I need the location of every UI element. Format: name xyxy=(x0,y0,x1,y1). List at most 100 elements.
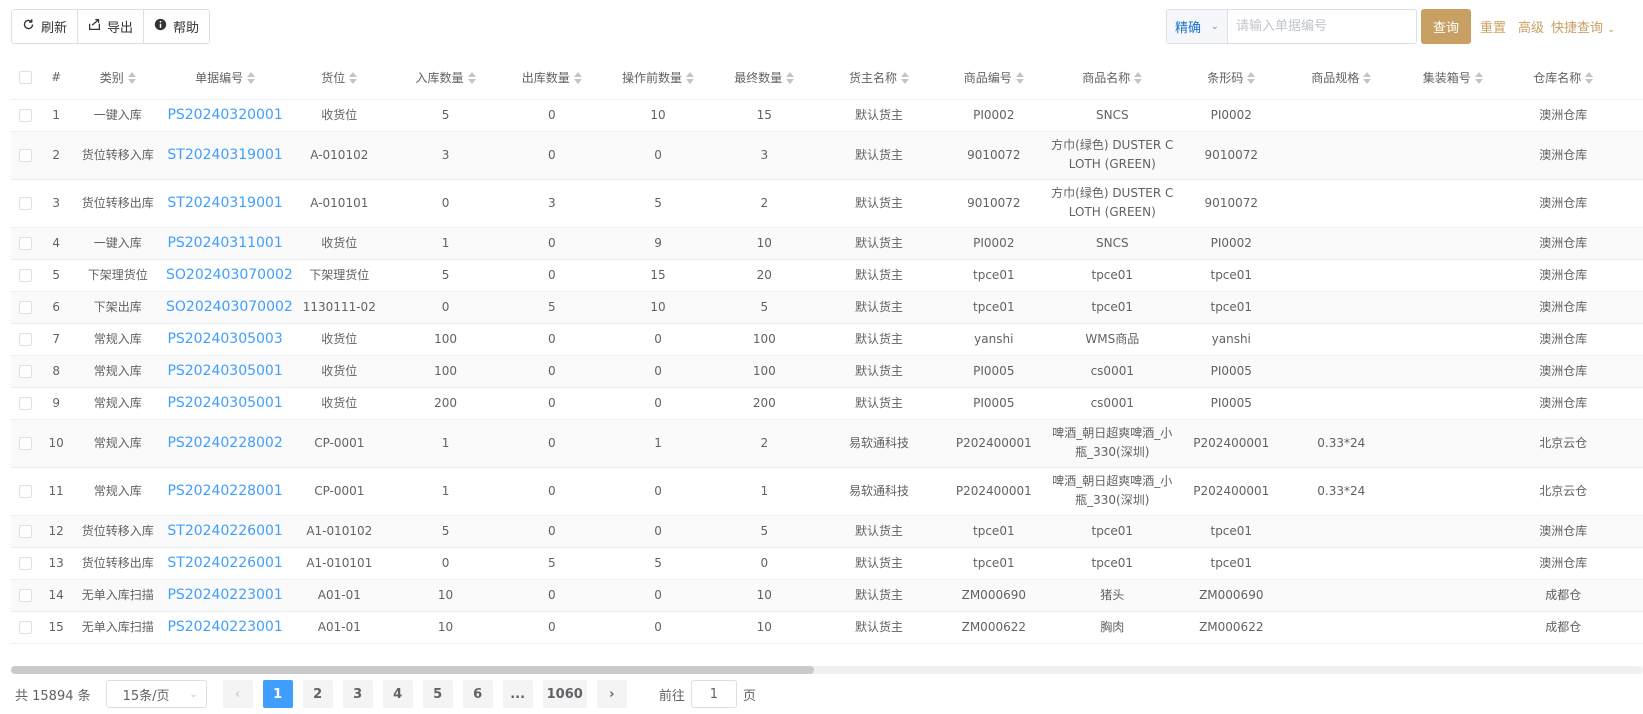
goto-page-input[interactable] xyxy=(690,680,737,708)
table-row[interactable]: 8 常规入库 PS20240305001 收货位 100 0 0 100 默认货主 PI0005 c… xyxy=(11,355,1643,388)
next-page-button[interactable]: › xyxy=(596,680,627,708)
column-header-name[interactable]: 商品名称 xyxy=(1046,56,1178,100)
cell-type: 货位转移出库 xyxy=(71,547,164,580)
doc-number-link[interactable]: PS20240228001 xyxy=(167,483,282,499)
page-number-button[interactable]: 5 xyxy=(422,680,453,708)
column-header-owner[interactable]: 货主名称 xyxy=(817,56,941,100)
column-header-barcode[interactable]: 条形码 xyxy=(1177,56,1285,100)
doc-number-link[interactable]: PS20240223001 xyxy=(167,619,282,635)
table-row[interactable]: 2 货位转移入库 ST20240319001 A-010102 3 0 0 3 默认货主 9010… xyxy=(11,131,1643,180)
column-header-sku[interactable]: 商品编号 xyxy=(940,56,1047,100)
row-checkbox[interactable] xyxy=(19,484,33,498)
page-number-button[interactable]: 2 xyxy=(302,680,333,708)
table-row[interactable]: 1 一键入库 PS20240320001 收货位 5 0 10 15 默认货主 PI0002 SNC… xyxy=(11,99,1643,132)
sort-icon[interactable] xyxy=(1247,72,1256,85)
page-number-button[interactable]: 4 xyxy=(382,680,413,708)
sort-icon[interactable] xyxy=(901,72,910,85)
page-size-select[interactable]: 15条/页 ⌄ xyxy=(105,680,207,708)
export-button[interactable]: 导出 xyxy=(78,10,145,43)
doc-number-link[interactable]: SO202403070002 xyxy=(166,299,293,315)
row-checkbox[interactable] xyxy=(19,332,33,346)
column-header-before-qty[interactable]: 操作前数量 xyxy=(604,56,712,100)
table-row[interactable]: 7 常规入库 PS20240305003 收货位 100 0 0 100 默认货主 yanshi W… xyxy=(11,323,1643,356)
doc-number-link[interactable]: SO202403070002 xyxy=(166,267,293,283)
table-row[interactable]: 14 无单入库扫描 PS20240223001 A01-01 10 0 0 10 默认货主 ZM0… xyxy=(11,579,1643,612)
table-row[interactable]: 3 货位转移出库 ST20240319001 A-010101 0 3 5 2 默认货主 9010… xyxy=(11,179,1643,228)
table-row[interactable]: 5 下架理货位 SO202403070002 下架理货位 5 0 15 20 默认货主 tpce0… xyxy=(11,259,1643,292)
page-number-button[interactable]: 3 xyxy=(342,680,373,708)
column-header-in-qty[interactable]: 入库数量 xyxy=(392,56,499,100)
page-number-button[interactable]: 6 xyxy=(462,680,493,708)
row-checkbox[interactable] xyxy=(19,620,33,634)
doc-number-link[interactable]: PS20240223001 xyxy=(167,587,282,603)
cell-name: 啤酒_朝日超爽啤酒_小瓶_330(深圳) xyxy=(1046,419,1178,468)
row-checkbox[interactable] xyxy=(19,436,33,450)
column-header-doc-no[interactable]: 单据编号 xyxy=(164,56,287,100)
help-button[interactable]: 帮助 xyxy=(144,10,210,43)
sort-icon[interactable] xyxy=(1134,72,1143,85)
table-row[interactable]: 11 常规入库 PS20240228001 CP-0001 1 0 0 1 易软通科技 P2024… xyxy=(11,467,1643,516)
sort-icon[interactable] xyxy=(349,72,358,85)
table-row[interactable]: 15 无单入库扫描 PS20240223001 A01-01 10 0 0 10 默认货主 ZM0… xyxy=(11,611,1643,644)
doc-number-link[interactable]: PS20240305003 xyxy=(167,331,282,347)
row-checkbox[interactable] xyxy=(19,148,33,162)
column-header-out-qty[interactable]: 出库数量 xyxy=(498,56,605,100)
row-checkbox[interactable] xyxy=(19,108,33,122)
sort-icon[interactable] xyxy=(686,72,695,85)
row-checkbox[interactable] xyxy=(19,236,33,250)
sort-icon[interactable] xyxy=(786,72,795,85)
sort-icon[interactable] xyxy=(1585,72,1594,85)
table-row[interactable]: 12 货位转移入库 ST20240226001 A1-010102 5 0 0 5 默认货主 tp… xyxy=(11,515,1643,548)
doc-number-search-input[interactable] xyxy=(1228,10,1416,43)
advanced-button[interactable]: 高级 xyxy=(1518,17,1544,36)
refresh-button[interactable]: 刷新 xyxy=(12,10,79,43)
row-checkbox[interactable] xyxy=(19,588,33,602)
page-ellipsis[interactable]: ... xyxy=(502,680,533,708)
sort-icon[interactable] xyxy=(1363,72,1372,85)
column-header-type[interactable]: 类别 xyxy=(71,56,164,100)
page-number-button[interactable]: 1060 xyxy=(542,680,587,708)
column-header-final-qty[interactable]: 最终数量 xyxy=(711,56,818,100)
row-checkbox[interactable] xyxy=(19,364,33,378)
row-checkbox[interactable] xyxy=(19,300,33,314)
sort-icon[interactable] xyxy=(1474,72,1483,85)
prev-page-button[interactable]: ‹ xyxy=(222,680,253,708)
reset-button[interactable]: 重置 xyxy=(1480,17,1506,36)
row-checkbox[interactable] xyxy=(19,396,33,410)
select-all-checkbox[interactable] xyxy=(19,71,33,85)
doc-number-link[interactable]: PS20240305001 xyxy=(167,363,282,379)
row-checkbox[interactable] xyxy=(19,524,33,538)
doc-number-link[interactable]: ST20240319001 xyxy=(167,147,282,163)
page-number-button[interactable]: 1 xyxy=(262,680,293,708)
sort-icon[interactable] xyxy=(573,72,582,85)
column-header-spec[interactable]: 商品规格 xyxy=(1284,56,1398,100)
query-button[interactable]: 查询 xyxy=(1421,9,1471,44)
sort-icon[interactable] xyxy=(127,72,136,85)
table-row[interactable]: 6 下架出库 SO202403070002 1130111-02 0 5 10 5 默认货主 tp… xyxy=(11,291,1643,324)
sort-icon[interactable] xyxy=(1015,72,1024,85)
sort-icon[interactable] xyxy=(247,72,256,85)
table-row[interactable]: 10 常规入库 PS20240228002 CP-0001 1 0 1 2 易软通科技 P2024… xyxy=(11,419,1643,468)
doc-number-link[interactable]: PS20240228002 xyxy=(167,435,282,451)
quick-query-button[interactable]: 快捷查询 ⌄ xyxy=(1551,17,1616,36)
row-checkbox[interactable] xyxy=(19,556,33,570)
doc-number-link[interactable]: PS20240320001 xyxy=(167,107,282,123)
table-row[interactable]: 4 一键入库 PS20240311001 收货位 1 0 9 10 默认货主 PI0002 SNCS… xyxy=(11,227,1643,260)
row-checkbox[interactable] xyxy=(19,196,33,210)
sort-icon[interactable] xyxy=(467,72,476,85)
doc-number-link[interactable]: ST20240226001 xyxy=(167,555,282,571)
column-header-box[interactable]: 集装箱号 xyxy=(1397,56,1509,100)
doc-number-link[interactable]: ST20240319001 xyxy=(167,195,282,211)
doc-number-link[interactable]: PS20240311001 xyxy=(167,235,282,251)
search-mode-select[interactable]: 精确 ⌄ xyxy=(1167,10,1228,43)
doc-number-link[interactable]: ST20240226001 xyxy=(167,523,282,539)
column-header-warehouse[interactable]: 仓库名称 xyxy=(1508,56,1619,100)
scrollbar-thumb[interactable] xyxy=(11,666,814,674)
table-row[interactable]: 9 常规入库 PS20240305001 收货位 200 0 0 200 默认货主 PI0005 c… xyxy=(11,387,1643,420)
horizontal-scrollbar[interactable] xyxy=(11,666,1643,674)
doc-number-link[interactable]: PS20240305001 xyxy=(167,395,282,411)
table-row[interactable]: 13 货位转移出库 ST20240226001 A1-010101 0 5 5 0 默认货主 tp… xyxy=(11,547,1643,580)
column-header-location[interactable]: 货位 xyxy=(286,56,393,100)
row-checkbox[interactable] xyxy=(19,268,33,282)
cell-name-text: 啤酒_朝日超爽啤酒_小瓶_330(深圳) xyxy=(1052,426,1173,459)
